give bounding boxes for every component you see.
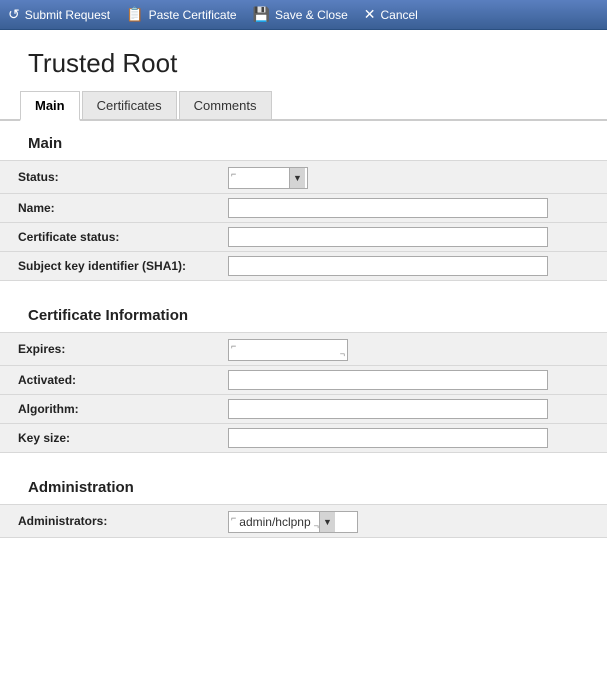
- submit-icon: ↺: [8, 6, 20, 23]
- field-corner-icon: ⌐: [231, 169, 236, 179]
- main-section-header: Main: [0, 121, 607, 160]
- algorithm-input[interactable]: [228, 399, 548, 419]
- administrators-value-cell: ⌐ admin/hclpnp ¬ ▼: [220, 505, 607, 538]
- name-value-cell: [220, 194, 607, 223]
- cert-status-label: Certificate status:: [0, 223, 220, 252]
- page-title: Trusted Root: [0, 30, 607, 91]
- toolbar: ↺ Submit Request 📋 Paste Certificate 💾 S…: [0, 0, 607, 30]
- expires-label: Expires:: [0, 333, 220, 366]
- cancel-icon: ✕: [364, 6, 376, 23]
- activated-label: Activated:: [0, 366, 220, 395]
- administrators-dropdown-btn[interactable]: ▼: [319, 512, 335, 532]
- save-icon: 💾: [253, 6, 270, 23]
- administrators-field[interactable]: ⌐ admin/hclpnp ¬ ▼: [228, 511, 358, 533]
- administration-section: Administration Administrators: ⌐ admin/h…: [0, 465, 607, 538]
- subject-key-value-cell: [220, 252, 607, 281]
- administration-form-table: Administrators: ⌐ admin/hclpnp ¬ ▼: [0, 504, 607, 538]
- tab-certificates[interactable]: Certificates: [82, 91, 177, 119]
- keysize-label: Key size:: [0, 424, 220, 453]
- table-row: Key size:: [0, 424, 607, 453]
- administrators-value: admin/hclpnp: [236, 515, 313, 529]
- certificate-section-header: Certificate Information: [0, 293, 607, 332]
- table-row: Expires: ⌐ ¬: [0, 333, 607, 366]
- table-row: Subject key identifier (SHA1):: [0, 252, 607, 281]
- certificate-form-table: Expires: ⌐ ¬ Activated: Algorithm:: [0, 332, 607, 453]
- content-area: Main Status: ⌐ ▼ Name: Certifi: [0, 121, 607, 558]
- save-label: Save & Close: [275, 8, 348, 22]
- expires-field[interactable]: ⌐ ¬: [228, 339, 348, 361]
- cert-status-value-cell: [220, 223, 607, 252]
- submit-request-button[interactable]: ↺ Submit Request: [8, 6, 110, 23]
- subject-key-label: Subject key identifier (SHA1):: [0, 252, 220, 281]
- keysize-input[interactable]: [228, 428, 548, 448]
- subject-key-input[interactable]: [228, 256, 548, 276]
- keysize-value-cell: [220, 424, 607, 453]
- table-row: Name:: [0, 194, 607, 223]
- save-close-button[interactable]: 💾 Save & Close: [253, 6, 348, 23]
- tab-comments[interactable]: Comments: [179, 91, 272, 119]
- algorithm-label: Algorithm:: [0, 395, 220, 424]
- cert-status-input[interactable]: [228, 227, 548, 247]
- table-row: Administrators: ⌐ admin/hclpnp ¬ ▼: [0, 505, 607, 538]
- status-value-cell: ⌐ ▼: [220, 161, 607, 194]
- table-row: Certificate status:: [0, 223, 607, 252]
- table-row: Activated:: [0, 366, 607, 395]
- name-input[interactable]: [228, 198, 548, 218]
- activated-value-cell: [220, 366, 607, 395]
- status-label: Status:: [0, 161, 220, 194]
- table-row: Algorithm:: [0, 395, 607, 424]
- name-label: Name:: [0, 194, 220, 223]
- cancel-button[interactable]: ✕ Cancel: [364, 6, 418, 23]
- paste-label: Paste Certificate: [149, 8, 237, 22]
- tab-main[interactable]: Main: [20, 91, 80, 121]
- administration-section-header: Administration: [0, 465, 607, 504]
- expires-corner2: ¬: [340, 349, 345, 359]
- tab-bar: Main Certificates Comments: [0, 91, 607, 121]
- algorithm-value-cell: [220, 395, 607, 424]
- administrators-label: Administrators:: [0, 505, 220, 538]
- cancel-label: Cancel: [380, 8, 417, 22]
- table-row: Status: ⌐ ▼: [0, 161, 607, 194]
- status-field[interactable]: ⌐ ▼: [228, 167, 308, 189]
- field-corner-icon: ⌐: [231, 341, 236, 351]
- certificate-section: Certificate Information Expires: ⌐ ¬ Act…: [0, 293, 607, 453]
- main-form-table: Status: ⌐ ▼ Name: Certificate status:: [0, 160, 607, 281]
- paste-certificate-button[interactable]: 📋 Paste Certificate: [126, 6, 236, 23]
- main-section: Main Status: ⌐ ▼ Name: Certifi: [0, 121, 607, 281]
- activated-input[interactable]: [228, 370, 548, 390]
- expires-value-cell: ⌐ ¬: [220, 333, 607, 366]
- submit-label: Submit Request: [25, 8, 110, 22]
- paste-icon: 📋: [126, 6, 143, 23]
- status-dropdown-btn[interactable]: ▼: [289, 168, 305, 188]
